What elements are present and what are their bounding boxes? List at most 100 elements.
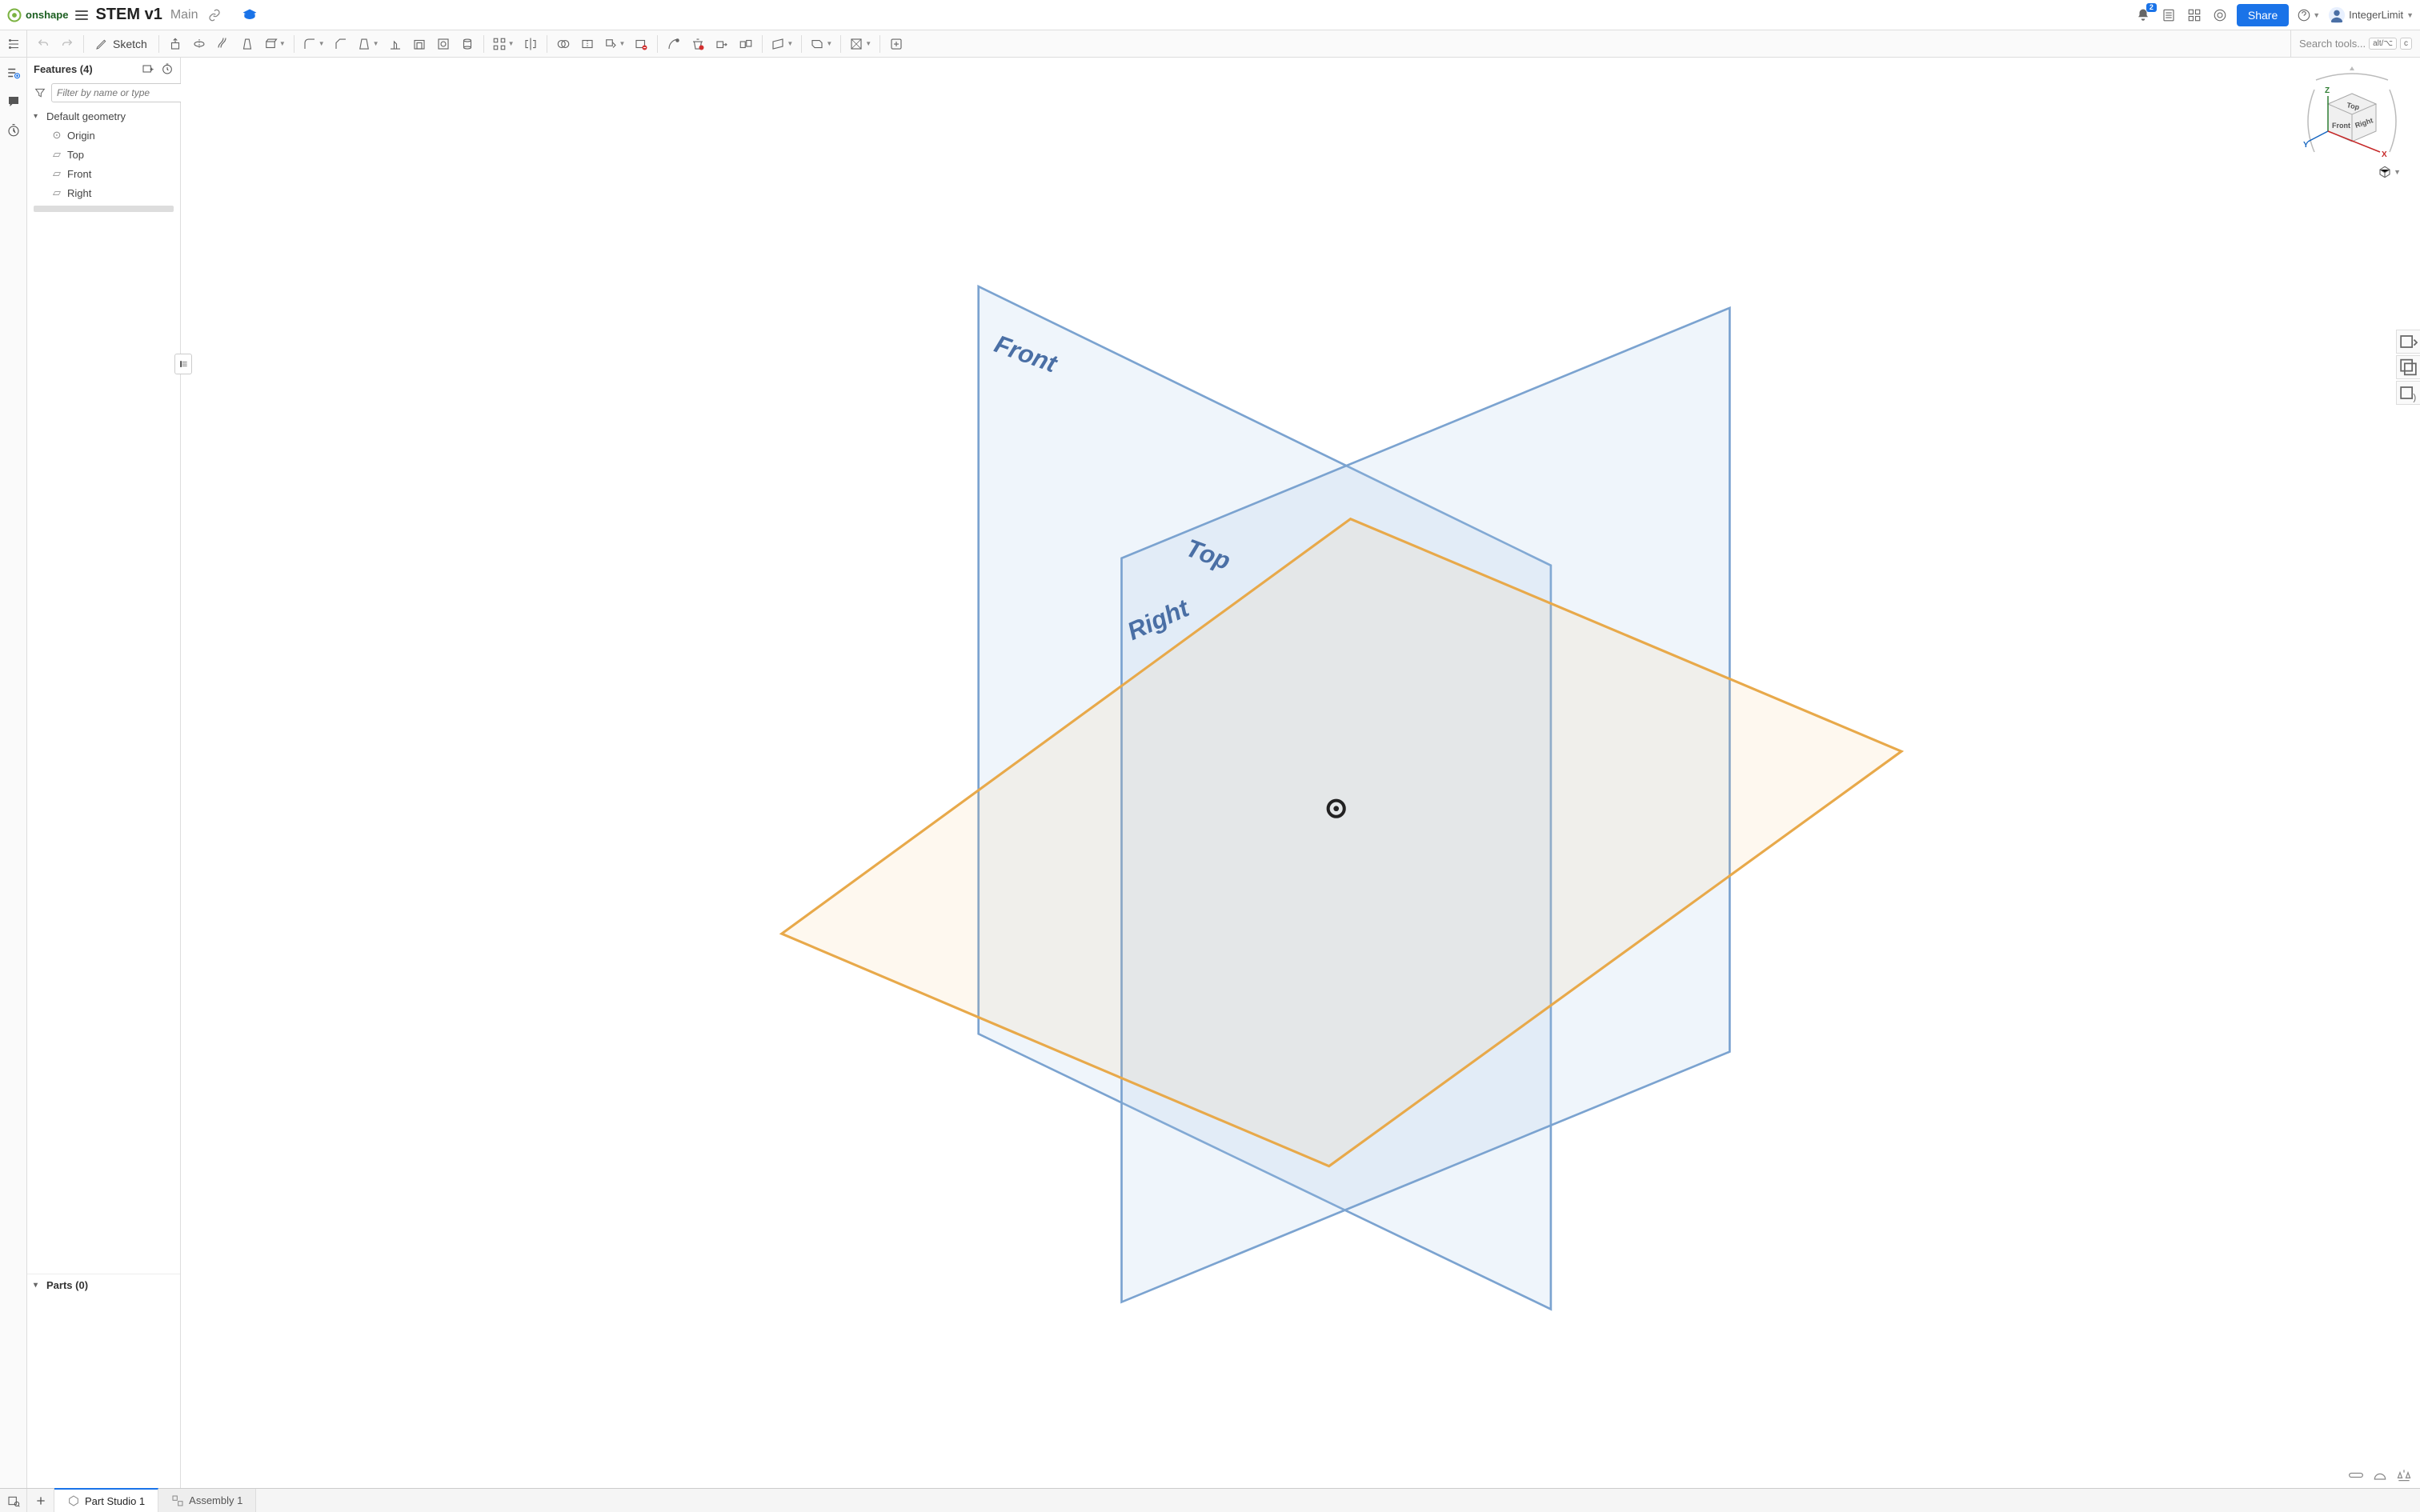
notifications-button[interactable]: 2 <box>2134 6 2152 24</box>
plane-button[interactable]: ▼ <box>767 33 796 55</box>
view-cube[interactable]: Top Front Right Z Y X <box>2300 66 2404 170</box>
sweep-icon <box>216 37 230 51</box>
front-plane-node[interactable]: ▱ Front <box>27 164 180 183</box>
plane-icon: ▱ <box>51 167 62 180</box>
onshape-logo-icon <box>6 7 22 23</box>
units-button[interactable] <box>2348 1467 2364 1483</box>
features-header: Features (4) <box>27 58 180 80</box>
shell-button[interactable] <box>408 33 431 55</box>
feature-plus-icon <box>142 62 154 75</box>
move-face-icon <box>715 37 729 51</box>
origin-node[interactable]: ⊙ Origin <box>27 126 180 145</box>
sweep-button[interactable] <box>212 33 234 55</box>
brand-logo[interactable]: onshape <box>6 7 68 23</box>
add-feature-button[interactable] <box>3 62 24 83</box>
undo-icon <box>37 38 50 50</box>
right-plane-node[interactable]: ▱ Right <box>27 183 180 202</box>
user-avatar-icon <box>2328 6 2346 24</box>
rib-button[interactable] <box>384 33 407 55</box>
viewport[interactable]: Front Top Right Top Front Right <box>181 58 2420 1488</box>
rib-icon <box>388 37 403 51</box>
protractor-icon <box>2372 1467 2388 1483</box>
insert-icon <box>889 37 903 51</box>
delete-part-button[interactable] <box>687 33 709 55</box>
transform-button[interactable]: ▼ <box>600 33 629 55</box>
selection-tool-3[interactable]: ) <box>2396 381 2420 405</box>
share-button[interactable]: Share <box>2237 4 2289 26</box>
hole-button[interactable] <box>432 33 455 55</box>
user-menu[interactable]: IntegerLimit ▼ <box>2328 6 2414 24</box>
draft-button[interactable]: ▼ <box>354 33 383 55</box>
revolve-button[interactable] <box>188 33 210 55</box>
filter-icon-button[interactable] <box>34 86 46 99</box>
top-plane-geom[interactable] <box>782 519 1901 1166</box>
rollback-button[interactable] <box>161 62 174 75</box>
bom-button[interactable] <box>2160 6 2178 24</box>
rotate-arrow-top[interactable] <box>2316 74 2388 80</box>
select-edge-icon: ) <box>2397 382 2420 404</box>
selection-tool-2[interactable] <box>2396 355 2420 379</box>
rollback-bar[interactable] <box>34 206 174 212</box>
view-menu-button[interactable]: ▼ <box>2378 165 2401 179</box>
document-title[interactable]: STEM v1 <box>95 6 162 24</box>
learning-center-button[interactable] <box>242 7 258 23</box>
document-branch[interactable]: Main <box>170 8 198 22</box>
revolve-icon <box>192 37 206 51</box>
move-face-button[interactable] <box>711 33 733 55</box>
default-geometry-node[interactable]: ▾ Default geometry <box>27 107 180 126</box>
pencil-icon <box>95 38 108 50</box>
panel-collapse-button[interactable] <box>174 354 192 374</box>
add-custom-feature-button[interactable] <box>142 62 154 75</box>
top-plane-node[interactable]: ▱ Top <box>27 145 180 164</box>
tab-part-studio[interactable]: Part Studio 1 <box>54 1488 158 1512</box>
loft-button[interactable] <box>236 33 258 55</box>
modify-fillet-button[interactable] <box>663 33 685 55</box>
delete-face-icon <box>634 37 648 51</box>
insert-button[interactable] <box>885 33 908 55</box>
help-dropdown[interactable]: ▼ <box>2297 8 2320 22</box>
replace-face-button[interactable] <box>735 33 757 55</box>
plane-icon <box>771 37 785 51</box>
precision-button[interactable] <box>2372 1467 2388 1483</box>
pattern-button[interactable]: ▼ <box>489 33 518 55</box>
redo-icon <box>61 38 74 50</box>
history-button[interactable] <box>3 120 24 141</box>
undo-button[interactable] <box>32 33 54 55</box>
thread-button[interactable] <box>456 33 479 55</box>
chamfer-button[interactable] <box>330 33 352 55</box>
top-plane-label: Top <box>67 149 84 161</box>
document-menu-button[interactable] <box>73 6 90 24</box>
rotate-arrow-right[interactable] <box>2390 90 2396 152</box>
rotate-arrow-left[interactable] <box>2308 90 2314 152</box>
header-actions: 2 Share ▼ IntegerLimit ▼ <box>2134 4 2414 26</box>
frame-button[interactable]: ▼ <box>846 33 875 55</box>
kbd-hint-1: alt/⌥ <box>2369 38 2397 50</box>
sketch-button[interactable]: Sketch <box>89 33 154 55</box>
parts-header[interactable]: ▾ Parts (0) <box>27 1274 180 1296</box>
selection-tool-1[interactable] <box>2396 330 2420 354</box>
extrude-button[interactable] <box>164 33 186 55</box>
delete-face-button[interactable] <box>630 33 652 55</box>
split-button[interactable] <box>576 33 599 55</box>
thicken-button[interactable]: ▼ <box>260 33 289 55</box>
mirror-button[interactable] <box>519 33 542 55</box>
configure-panel-toggle[interactable] <box>0 30 27 57</box>
tab-assembly[interactable]: Assembly 1 <box>158 1489 256 1512</box>
user-name-label: IntegerLimit <box>2349 9 2403 21</box>
redo-button[interactable] <box>56 33 78 55</box>
fillet-button[interactable]: ▼ <box>299 33 328 55</box>
tab-manager-button[interactable] <box>0 1489 27 1512</box>
comments-button[interactable] <box>3 91 24 112</box>
boolean-button[interactable] <box>552 33 575 55</box>
app-store-button[interactable] <box>2186 6 2203 24</box>
mass-button[interactable] <box>2396 1467 2412 1483</box>
copy-link-button[interactable] <box>208 9 221 22</box>
feature-filter-input[interactable] <box>51 83 188 102</box>
axis-x-label: X <box>2382 150 2387 159</box>
transform-icon <box>603 37 618 51</box>
chevron-down-icon: ▾ <box>34 1281 42 1290</box>
search-tools-button[interactable]: Search tools... alt/⌥ c <box>2290 30 2420 57</box>
add-tab-button[interactable] <box>27 1489 54 1512</box>
sheet-metal-button[interactable]: ▼ <box>807 33 835 55</box>
feedback-button[interactable] <box>2211 6 2229 24</box>
